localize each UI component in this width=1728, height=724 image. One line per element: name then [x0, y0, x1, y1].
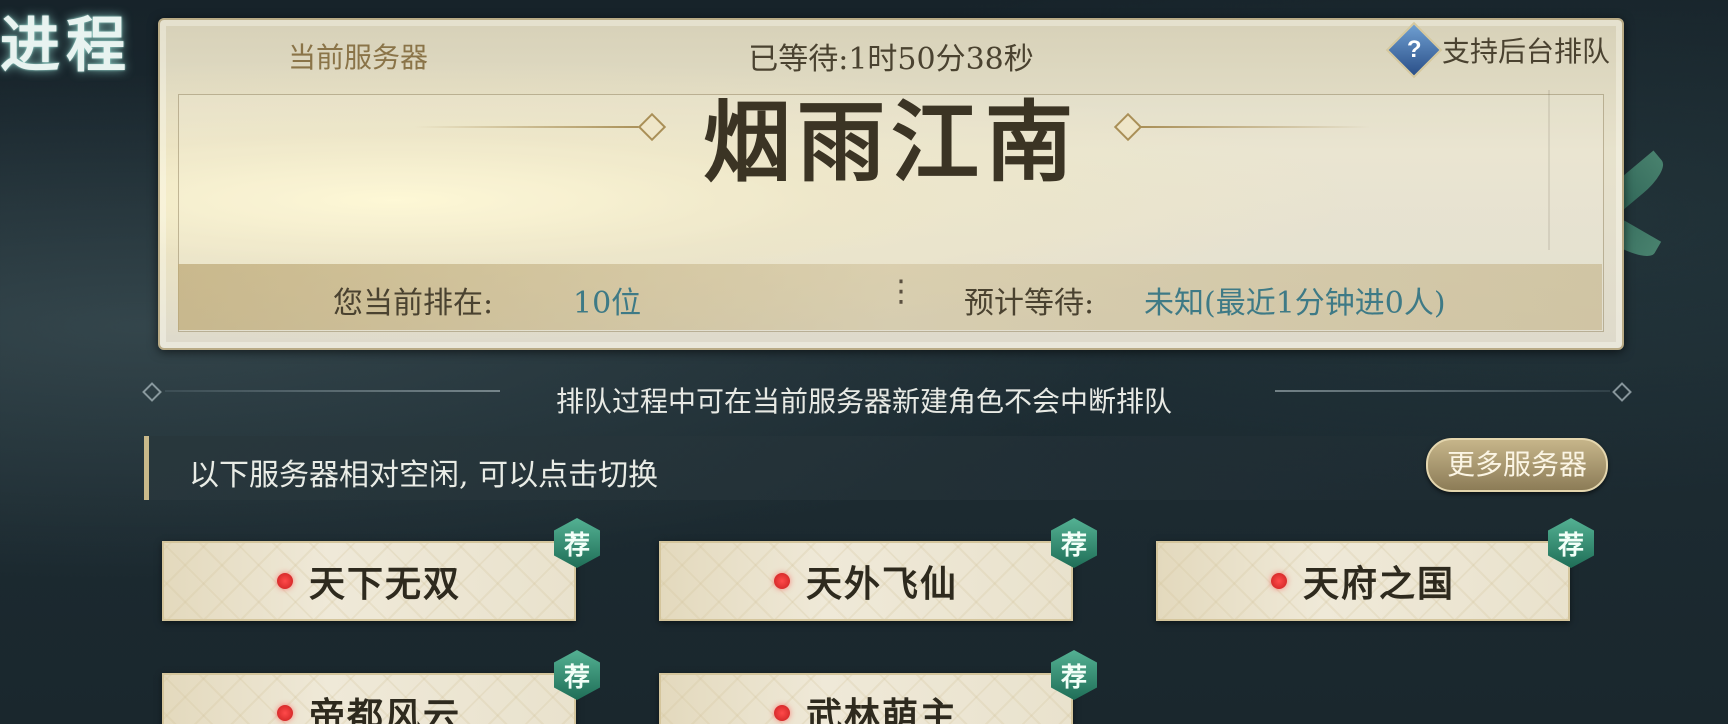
server-card-name: 天外飞仙: [805, 563, 958, 605]
server-status-dot: [276, 573, 293, 589]
server-card-name: 武林萌主: [805, 695, 958, 724]
more-servers-button[interactable]: 更多服务器: [1426, 438, 1608, 492]
server-card-name: 帝都风云: [308, 695, 461, 724]
background-queue-help[interactable]: ? 支持后台排队: [1385, 21, 1610, 79]
rank-label: 您当前排在:: [333, 286, 494, 321]
queue-panel: 当前服务器 已等待:1时50分38秒 ? 支持后台排队 烟雨江南 您当前排在: …: [158, 18, 1624, 350]
server-status-dot: [276, 705, 293, 721]
server-name: 烟雨江南: [702, 90, 1079, 194]
eta-value: 未知(最近1分钟进0人): [1144, 286, 1446, 321]
background-queue-label: 支持后台排队: [1441, 35, 1610, 68]
ornament-line-right: [1140, 126, 1370, 128]
suggestion-text: 以下服务器相对空闲, 可以点击切换: [189, 458, 659, 493]
server-card-wulin-mengzhu[interactable]: 武林萌主: [659, 673, 1073, 724]
queue-notice: 排队过程中可在当前服务器新建角色不会中断排队: [555, 385, 1172, 418]
server-card-name: 天府之国: [1302, 563, 1455, 605]
server-card-tianwai-feixian[interactable]: 天外飞仙: [659, 541, 1073, 621]
question-diamond-icon[interactable]: ?: [1385, 21, 1443, 79]
queue-status-bar: 您当前排在: 10位 ⋮ 预计等待: 未知(最近1分钟进0人): [178, 264, 1602, 330]
server-card-name: 天下无双: [308, 563, 461, 605]
page-title: 进程: [0, 11, 132, 81]
server-card-didu-fengyun[interactable]: 帝都风云: [162, 673, 576, 724]
rank-value: 10位: [573, 286, 642, 321]
server-status-dot: [773, 705, 790, 721]
eta-label: 预计等待:: [964, 286, 1095, 321]
suggestion-bar: 以下服务器相对空闲, 可以点击切换: [144, 436, 1611, 500]
status-separator: ⋮: [886, 274, 916, 309]
server-card-tianfu-zhiguo[interactable]: 天府之国: [1156, 541, 1570, 621]
server-card-tianxia-wushuang[interactable]: 天下无双: [162, 541, 576, 621]
server-status-dot: [1270, 573, 1287, 589]
server-status-dot: [773, 573, 790, 589]
calligraphy-decoration: [1548, 90, 1592, 250]
